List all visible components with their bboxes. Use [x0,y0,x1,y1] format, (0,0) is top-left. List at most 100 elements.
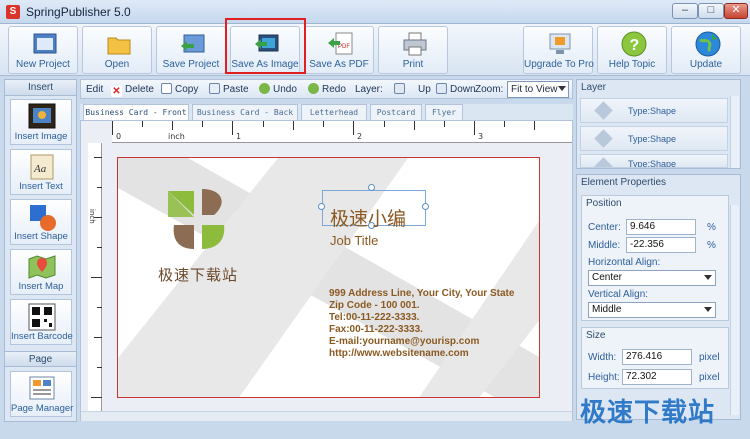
app-icon: S [6,5,20,19]
layer-panel-title: Layer [581,82,607,93]
redo-button[interactable]: Redo [308,82,346,97]
shape-icon [30,205,56,231]
layer-item[interactable]: Type:Shape [580,98,728,123]
layer-item[interactable]: Type:Shape [580,154,728,168]
center-label: Center: [588,222,621,233]
resize-handle[interactable] [422,203,429,210]
globe-update-icon [695,31,721,57]
size-group: Size Width: 276.416 pixel Height: 72.302… [581,327,729,389]
layer-up-button[interactable]: Up [394,82,431,97]
card-address-block[interactable]: 999 Address Line, Your City, Your State … [329,288,514,360]
height-input[interactable]: 72.302 [622,369,692,385]
watermark: 极速下载站 [580,398,716,428]
middle-unit: % [707,240,716,251]
horizontal-align-select[interactable]: Center [588,270,716,286]
save-project-icon [181,34,205,53]
width-input[interactable]: 276.416 [622,349,692,365]
shape-icon [594,157,613,167]
insert-image-button[interactable]: Insert Image [10,99,72,145]
insert-shape-button[interactable]: Insert Shape [10,199,72,245]
close-button[interactable]: ✕ [724,3,748,19]
insert-barcode-button[interactable]: Insert Barcode [10,299,73,345]
resize-handle[interactable] [318,203,325,210]
window-title: SpringPublisher 5.0 [26,5,131,19]
save-project-button[interactable]: Save Project [156,26,226,74]
copy-icon [161,83,172,94]
delete-icon: ✕ [111,86,122,97]
resize-handle[interactable] [368,184,375,191]
position-group: Position Center: 9.646 % Middle: -22.356… [581,195,729,321]
upgrade-icon [549,33,571,54]
vertical-align-select[interactable]: Middle [588,302,716,318]
update-button[interactable]: Update [671,26,741,74]
open-button[interactable]: Open [82,26,152,74]
edit-bar: Edit ✕ Delete Copy Paste Undo Redo Layer:… [80,79,573,99]
text-icon: Aa [30,154,54,180]
upgrade-to-pro-button[interactable]: Upgrade To Pro [523,26,594,74]
ruler-label-0: 0 [116,132,122,141]
barcode-icon [28,303,56,331]
insert-text-button[interactable]: Aa Insert Text [10,149,72,195]
tab-business-card-back[interactable]: Business Card - Back [192,104,298,120]
tab-flyer[interactable]: Flyer [425,104,463,120]
save-as-pdf-button[interactable]: PDF Save As PDF [304,26,374,74]
tab-business-card-front[interactable]: Business Card - Front [83,104,189,120]
zoom-select[interactable]: Fit to View [507,81,569,98]
business-card[interactable]: 极速下载站 极速小编 Job Title 999 Address Line, Y… [117,157,540,398]
ruler-label-2: 2 [357,132,363,141]
card-job-title[interactable]: Job Title [330,233,378,248]
zip-line: Zip Code - 100 001. [329,300,420,311]
paste-icon [209,83,220,94]
layer-label: Layer: [355,84,383,95]
left-panel: Insert Insert Image Aa Insert Text Inser… [4,79,77,422]
new-project-button[interactable]: New Project [8,26,78,74]
middle-input[interactable]: -22.356 [626,237,696,253]
website-line: http://www.websitename.com [329,348,469,359]
layer-item[interactable]: Type:Shape [580,126,728,151]
help-topic-button[interactable]: ? Help Topic [597,26,667,74]
properties-scrollbar[interactable] [730,205,739,415]
center-input[interactable]: 9.646 [626,219,696,235]
page-manager-button[interactable]: Page Manager [10,371,73,417]
layer-panel: Layer Type:Shape Type:Shape Type:Shape [576,79,741,169]
main-toolbar: New Project Open Save Project Save As Im… [0,24,750,76]
fax-line: Fax:00-11-222-3333. [329,324,423,335]
zoom-label: Zoom: [475,84,504,95]
page-manager-icon [29,376,55,400]
help-icon: ? [621,31,647,57]
new-project-icon [33,33,57,54]
chevron-down-icon [704,275,712,280]
paste-button[interactable]: Paste [209,82,249,97]
svg-text:Aa: Aa [33,163,47,175]
ruler-label-1: 1 [236,132,242,141]
delete-button[interactable]: ✕ Delete [111,82,154,97]
height-unit: pixel [699,372,720,383]
height-label: Height: [588,372,620,383]
svg-text:?: ? [630,37,640,54]
undo-button[interactable]: Undo [259,82,297,97]
tab-postcard[interactable]: Postcard [370,104,422,120]
properties-title: Element Properties [581,177,667,188]
card-name[interactable]: 极速小编 [330,204,406,231]
pdf-icon: PDF [328,32,353,55]
address-line: 999 Address Line, Your City, Your State [329,288,515,299]
width-label: Width: [588,352,617,363]
image-icon [28,103,56,129]
edit-label: Edit [86,84,104,95]
tab-letterhead[interactable]: Letterhead [301,104,367,120]
ruler-v-unit: inch [88,209,96,224]
vertical-ruler: inch [88,143,102,411]
ruler-unit-label: inch [168,132,185,141]
horizontal-scrollbar[interactable] [81,411,572,421]
copy-button[interactable]: Copy [161,82,198,97]
minimize-button[interactable]: – [672,3,698,19]
insert-map-button[interactable]: Insert Map [10,249,72,295]
layer-scrollbar[interactable] [730,96,739,168]
maximize-button[interactable]: □ [698,3,724,19]
layer-down-button[interactable]: Down [436,82,476,97]
chevron-down-icon [704,307,712,312]
shape-icon [594,129,613,148]
print-button[interactable]: Print [378,26,448,74]
insert-header: Insert [5,80,76,96]
horizontal-align-label: Horizontal Align: [588,257,661,268]
